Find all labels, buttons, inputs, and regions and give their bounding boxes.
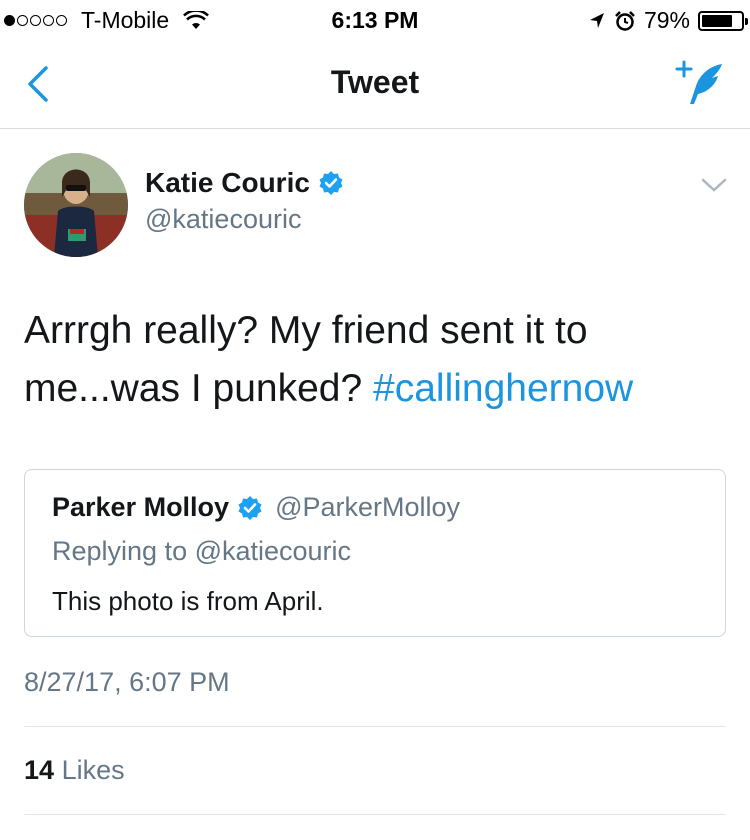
page-title: Tweet	[330, 64, 420, 100]
author-name-text: Katie Couric	[145, 167, 310, 198]
likes-label: Likes	[61, 755, 125, 785]
likes-number: 14	[24, 755, 55, 785]
alarm-icon	[615, 10, 635, 31]
battery-icon	[698, 10, 748, 31]
battery-percent: 79%	[643, 7, 690, 33]
status-bar: T-Mobile 6:13 PM 79%	[0, 0, 750, 40]
author-handle[interactable]: @katiecouric	[145, 204, 301, 235]
battery-level	[702, 14, 733, 27]
status-right: 79%	[588, 7, 748, 34]
hashtag-link[interactable]: #callinghernow	[373, 367, 633, 410]
verified-badge-icon	[319, 171, 343, 195]
avatar-photo	[24, 153, 128, 257]
avatar[interactable]	[24, 153, 128, 257]
chevron-down-icon[interactable]	[700, 174, 728, 196]
tweet-timestamp: 8/27/17, 6:07 PM	[24, 667, 230, 697]
author-name[interactable]: Katie Couric	[145, 167, 344, 199]
quoted-tweet[interactable]: Parker Molloy @ParkerMolloy Replying to …	[24, 469, 726, 637]
quoted-tweet-text: This photo is from April.	[52, 586, 324, 616]
compose-tweet-button[interactable]	[674, 58, 726, 110]
divider	[24, 814, 726, 815]
tweet-text: Arrrgh really? My friend sent it to me..…	[24, 302, 724, 418]
quoted-tweet-header: Parker Molloy @ParkerMolloy	[52, 492, 460, 523]
location-arrow-icon	[589, 12, 604, 28]
quoted-replying-to: Replying to @katiecouric	[52, 536, 352, 566]
verified-badge-icon	[238, 495, 262, 520]
likes-count[interactable]: 14 Likes	[24, 755, 125, 786]
quoted-author-handle: @ParkerMolloy	[275, 492, 461, 522]
nav-bar: Tweet	[0, 40, 750, 129]
quoted-author-name: Parker Molloy	[52, 492, 230, 522]
divider	[24, 726, 726, 727]
